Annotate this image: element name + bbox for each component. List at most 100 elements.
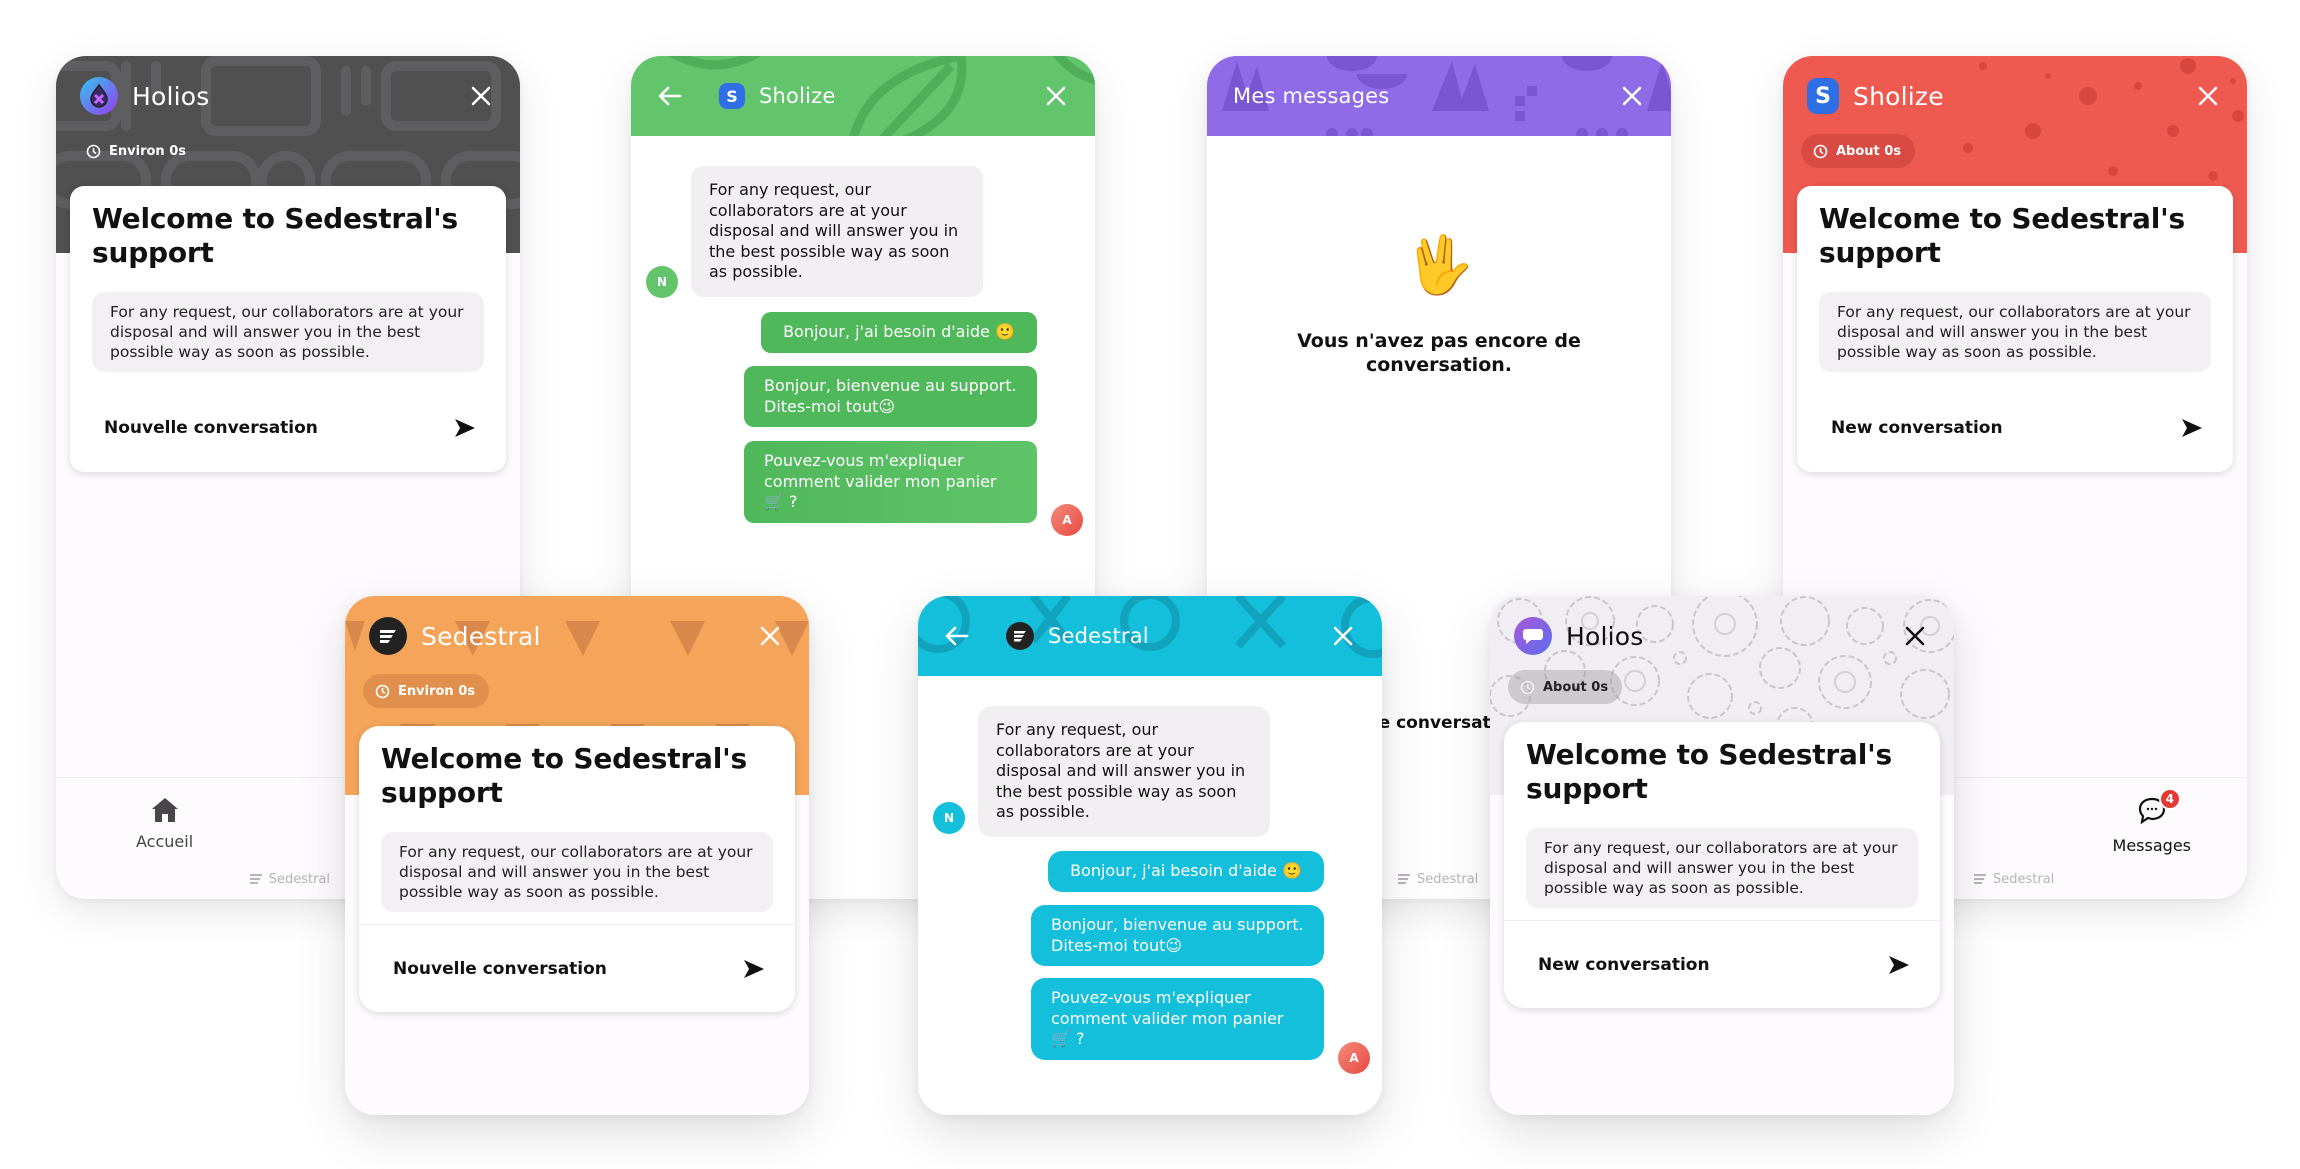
welcome-description: For any request, our collaborators are a… <box>381 832 773 912</box>
vulcan-salute-icon: 🖖 <box>1404 233 1474 298</box>
arrow-left-icon <box>945 626 969 646</box>
response-time-text: About 0s <box>1543 679 1609 695</box>
close-icon <box>1046 86 1066 106</box>
widget-header: S Sholize <box>631 56 1095 136</box>
back-button[interactable] <box>655 81 685 111</box>
agent-avatar: N <box>646 266 678 298</box>
response-time-badge: Environ 0s <box>363 674 489 708</box>
welcome-description: For any request, our collaborators are a… <box>1819 292 2211 372</box>
welcome-card: Welcome to Sedestral's support For any r… <box>359 726 795 1012</box>
powered-by-text: Sedestral <box>268 872 330 887</box>
widget-sedestral-home: Sedestral Environ 0s Welcome to Sedestra… <box>345 596 809 1115</box>
powered-by[interactable]: Sedestral <box>1397 872 1478 887</box>
holios-chat-logo-icon <box>1514 617 1552 655</box>
widget-header: Sedestral <box>918 596 1382 676</box>
send-arrow-icon <box>2181 418 2203 438</box>
nav-messages[interactable]: 4 Messages <box>2112 788 2191 855</box>
welcome-description: For any request, our collaborators are a… <box>1526 828 1918 908</box>
clock-icon <box>86 144 101 159</box>
powered-by-text: Sedestral <box>1417 872 1479 887</box>
welcome-title: Welcome to Sedestral's support <box>381 742 747 809</box>
close-button[interactable] <box>1617 81 1647 111</box>
conversation-thread: For any request, our collaborators are a… <box>918 676 1382 1115</box>
user-message: Pouvez-vous m'expliquer comment valider … <box>1031 978 1324 1060</box>
close-icon <box>1333 626 1353 646</box>
agent-message: For any request, our collaborators are a… <box>691 166 983 297</box>
empty-state-text: Vous n'avez pas encore de conversation. <box>1297 330 1581 376</box>
user-message: Bonjour, j'ai besoin d'aide 🙂 <box>1048 851 1324 892</box>
new-conversation-button[interactable]: Nouvelle conversation <box>70 384 506 472</box>
widget-header: Sedestral <box>345 596 809 676</box>
close-button[interactable] <box>1041 81 1071 111</box>
welcome-title: Welcome to Sedestral's support <box>92 202 458 269</box>
close-button[interactable] <box>466 81 496 111</box>
user-message: Pouvez-vous m'expliquer comment valider … <box>744 441 1037 523</box>
send-arrow-icon <box>743 959 765 979</box>
messages-icon-wrap: 4 <box>2137 788 2181 828</box>
panel-title: Mes messages <box>1233 84 1390 108</box>
send-arrow-icon <box>454 418 476 438</box>
widget-header: Holios <box>56 56 520 136</box>
welcome-title: Welcome to Sedestral's support <box>1526 738 1892 805</box>
user-message: Bonjour, bienvenue au support. Dites-moi… <box>744 366 1037 427</box>
clock-icon <box>375 684 390 699</box>
agent-message: For any request, our collaborators are a… <box>978 706 1270 837</box>
send-arrow-icon <box>1888 955 1910 975</box>
new-conversation-button[interactable]: Nouvelle conversation <box>359 924 795 1012</box>
arrow-left-icon <box>658 86 682 106</box>
user-message: Bonjour, bienvenue au support. Dites-moi… <box>1031 905 1324 966</box>
close-icon <box>1905 626 1925 646</box>
brand-name: Holios <box>132 81 210 111</box>
welcome-card: Welcome to Sedestral's support For any r… <box>70 186 506 472</box>
nav-home-label: Accueil <box>136 832 194 851</box>
widget-header: Mes messages <box>1207 56 1671 136</box>
close-button[interactable] <box>755 621 785 651</box>
nav-home[interactable]: Accueil <box>136 796 193 851</box>
close-icon <box>760 626 780 646</box>
close-button[interactable] <box>2193 81 2223 111</box>
powered-by[interactable]: Sedestral <box>249 872 330 887</box>
holios-logo-icon <box>80 77 118 115</box>
new-conversation-label: New conversation <box>1831 418 2003 438</box>
sholize-logo-icon: S <box>1807 78 1839 114</box>
response-time-badge: About 0s <box>1801 134 1916 168</box>
user-message: Bonjour, j'ai besoin d'aide 🙂 <box>761 312 1037 353</box>
widget-holios-light-home: Holios About 0s Welcome to Sedestral's s… <box>1490 596 1954 1115</box>
new-conversation-label: New conversation <box>1538 954 1710 975</box>
close-button[interactable] <box>1328 621 1358 651</box>
new-conversation-button[interactable]: lle conversat <box>1367 713 1491 733</box>
response-time-text: About 0s <box>1836 143 1902 159</box>
back-button[interactable] <box>942 621 972 651</box>
powered-by-text: Sedestral <box>1993 872 2055 887</box>
brand-name: Sholize <box>1853 81 1944 111</box>
response-time-badge: Environ 0s <box>74 134 200 168</box>
new-conversation-label: Nouvelle conversation <box>104 418 318 438</box>
close-icon <box>1622 86 1642 106</box>
brand-name: Sholize <box>759 84 836 108</box>
sedestral-mini-icon <box>1398 873 1410 884</box>
response-time-badge: About 0s <box>1508 670 1623 704</box>
response-time-text: Environ 0s <box>398 683 475 699</box>
new-conversation-label: Nouvelle conversation <box>393 958 607 979</box>
user-avatar: A <box>1051 504 1083 536</box>
sedestral-logo-icon <box>1006 622 1034 650</box>
sedestral-mini-icon <box>249 873 262 884</box>
clock-icon <box>1520 680 1535 695</box>
widget-header: Holios <box>1490 596 1954 676</box>
brand-name: Sedestral <box>421 621 541 651</box>
sedestral-logo-icon <box>369 617 407 655</box>
agent-avatar: N <box>933 802 965 834</box>
welcome-card: Welcome to Sedestral's support For any r… <box>1797 186 2233 472</box>
sholize-logo-icon: S <box>719 83 745 109</box>
brand-name: Sedestral <box>1048 624 1149 648</box>
new-conversation-button[interactable]: New conversation <box>1797 384 2233 472</box>
nav-messages-label: Messages <box>2112 836 2191 855</box>
welcome-title: Welcome to Sedestral's support <box>1819 202 2185 269</box>
new-conversation-button[interactable]: New conversation <box>1504 920 1940 1008</box>
widget-sedestral-chat: Sedestral For any request, our collabora… <box>918 596 1382 1115</box>
powered-by[interactable]: Sedestral <box>1973 872 2054 887</box>
close-button[interactable] <box>1900 621 1930 651</box>
brand-name: Holios <box>1566 621 1644 651</box>
clock-icon <box>1813 144 1828 159</box>
welcome-card: Welcome to Sedestral's support For any r… <box>1504 722 1940 1008</box>
